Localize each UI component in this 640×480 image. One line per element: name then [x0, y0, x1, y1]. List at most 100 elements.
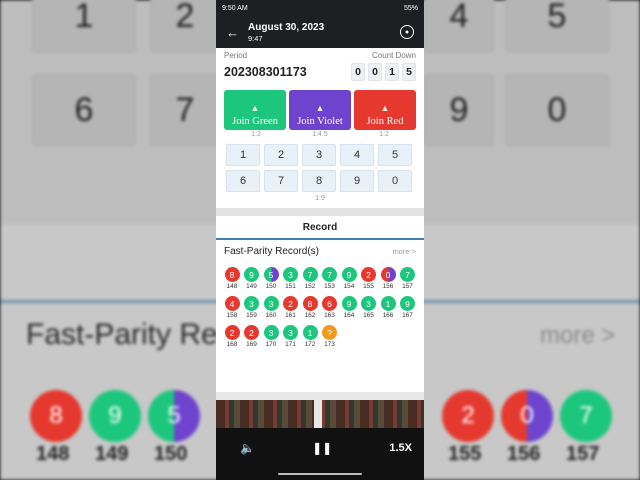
- status-bar: 9:50 AM 55%: [216, 0, 424, 16]
- number-button[interactable]: 8: [302, 170, 336, 192]
- record-item: 0 156: [380, 267, 396, 290]
- result-ball: 6: [322, 296, 337, 311]
- result-period: 163: [324, 312, 335, 319]
- result-ball: 3: [244, 296, 259, 311]
- result-period: 167: [402, 312, 413, 319]
- result-ball: 3: [263, 296, 279, 311]
- record-item: 2 155: [361, 267, 377, 290]
- phone-screen: 9:50 AM 55% ← August 30, 2023 9:47 ● Per…: [216, 0, 424, 480]
- result-ball: 9: [244, 267, 259, 282]
- playback-speed-button[interactable]: 1.5X: [389, 442, 412, 454]
- record-item: 2 168: [224, 325, 240, 348]
- trophy-icon: ▲: [315, 103, 325, 113]
- home-indicator: [216, 468, 424, 480]
- timeline-playhead[interactable]: [314, 398, 322, 430]
- countdown-digit: 5: [402, 63, 416, 81]
- result-period: 162: [304, 312, 316, 319]
- number-button[interactable]: 5: [378, 144, 412, 166]
- speaker-icon[interactable]: 🔈: [240, 441, 255, 455]
- result-period: 166: [382, 312, 394, 319]
- green-ratio: 1:2: [251, 131, 261, 138]
- number-button[interactable]: 3: [302, 144, 336, 166]
- number-button[interactable]: 4: [340, 144, 374, 166]
- trophy-icon: ▲: [250, 103, 260, 113]
- number-button[interactable]: 6: [226, 170, 260, 192]
- result-period: 155: [363, 283, 374, 290]
- record-item: 9 164: [341, 296, 357, 319]
- join-green-button[interactable]: ▲ Join Green: [224, 90, 286, 130]
- result-ball: 9: [400, 296, 415, 311]
- number-button[interactable]: 2: [264, 144, 298, 166]
- record-item: ? 173: [322, 325, 338, 348]
- record-item: 4 158: [224, 296, 240, 319]
- header-titles: August 30, 2023 9:47: [248, 22, 324, 43]
- tab-record[interactable]: Record: [216, 216, 424, 240]
- record-item: 5 150: [263, 267, 279, 290]
- pause-icon[interactable]: ❚❚: [312, 441, 332, 455]
- record-item: 6 163: [322, 296, 338, 319]
- result-ball: 3: [263, 325, 279, 340]
- video-frame: 1 2 4 5 6 7 9 0 Fast-Parity Rec more > 8…: [0, 0, 640, 480]
- result-period: 149: [246, 283, 257, 290]
- backdrop-tile: 2: [150, 0, 220, 52]
- record-item: 3 159: [244, 296, 260, 319]
- header-date: August 30, 2023: [248, 21, 325, 33]
- countdown-digit: 0: [368, 63, 382, 81]
- record-title: Fast-Parity Record(s): [224, 246, 320, 257]
- backdrop-ball: 5: [148, 390, 200, 442]
- result-period: 169: [246, 341, 257, 348]
- join-green-label: Join Green: [232, 116, 278, 127]
- back-arrow-icon[interactable]: ←: [226, 25, 248, 40]
- result-ball: 4: [224, 296, 240, 311]
- result-ball: 1: [302, 325, 318, 340]
- countdown-label: Count Down: [371, 51, 416, 60]
- result-ball: 7: [302, 267, 318, 282]
- record-item: 9 149: [244, 267, 260, 290]
- record-item: 1 166: [380, 296, 396, 319]
- number-button[interactable]: 7: [264, 170, 298, 192]
- record-item: 7 157: [400, 267, 416, 290]
- header-time: 9:47: [248, 33, 263, 43]
- period-number: 202308301173: [224, 65, 307, 79]
- result-ball: 2: [361, 267, 376, 282]
- result-period: 157: [402, 283, 413, 290]
- period-label: Period: [224, 51, 248, 60]
- record-item: 8 148: [224, 267, 240, 290]
- result-period: 158: [226, 312, 238, 319]
- result-ball: 2: [283, 296, 298, 311]
- record-item: 3 165: [361, 296, 377, 319]
- period-row: 202308301173 0 0 1 5: [224, 63, 416, 81]
- backdrop-ball: 7: [560, 390, 612, 442]
- join-violet-label: Join Violet: [297, 116, 343, 127]
- result-ball: 9: [341, 296, 357, 311]
- number-grid: 1 2 3 4 5 6 7 8 9 0: [226, 144, 416, 192]
- settings-icon[interactable]: ●: [400, 25, 414, 39]
- result-period: 164: [343, 312, 355, 319]
- backdrop-ball: 0: [501, 390, 553, 442]
- backdrop-title: Fast-Parity Rec: [26, 318, 233, 351]
- number-button[interactable]: 9: [340, 170, 374, 192]
- record-more-link[interactable]: more >: [392, 247, 416, 256]
- backdrop-period: 148: [36, 443, 70, 465]
- status-time: 9:50 AM: [222, 4, 248, 12]
- status-battery: 55%: [403, 4, 418, 12]
- result-ball: 7: [322, 267, 337, 282]
- record-item: 2 161: [283, 296, 299, 319]
- number-button[interactable]: 0: [378, 170, 412, 192]
- countdown-timer: 0 0 1 5: [351, 63, 416, 81]
- number-button[interactable]: 1: [226, 144, 260, 166]
- record-row: 2 168 2 169 3 170 3 171 1 172? 173: [224, 325, 424, 348]
- result-ball: 2: [224, 325, 240, 340]
- join-violet-button[interactable]: ▲ Join Violet: [289, 90, 351, 130]
- record-row: 4 158 3 159 3 160 2 161 8 162 6 163 9 164 3 165 1 166 9 167: [224, 296, 424, 319]
- join-red-button[interactable]: ▲ Join Red: [354, 90, 416, 130]
- record-row: 8 148 9 149 5 150 3 151 7 152 7 153 9 154 2 155 0 156 7 157: [224, 267, 424, 290]
- player-controls: 🔈 ❚❚ 1.5X: [216, 428, 424, 468]
- result-ball: 0: [380, 267, 396, 282]
- number-ratio: 1:9: [315, 195, 325, 202]
- backdrop-more: more >: [540, 322, 616, 349]
- result-period: 148: [226, 283, 238, 290]
- result-period: 168: [226, 341, 238, 348]
- record-item: 3 151: [283, 267, 299, 290]
- result-ball: 1: [380, 296, 396, 311]
